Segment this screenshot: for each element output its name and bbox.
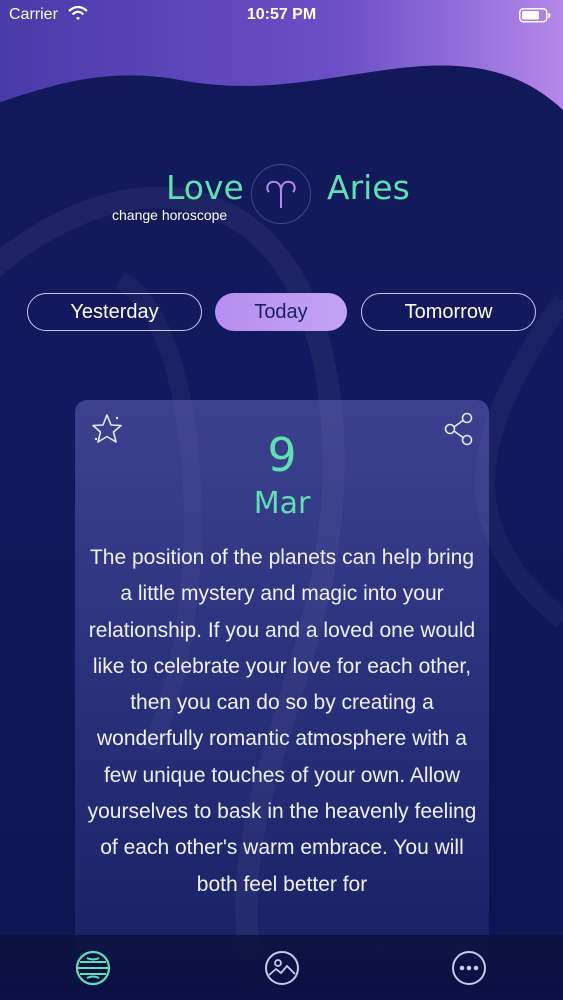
horoscope-card: 9 Mar The position of the planets can he… <box>75 400 489 960</box>
aries-icon <box>266 180 296 208</box>
horoscope-text: The position of the planets can help bri… <box>87 546 477 896</box>
image-icon[interactable] <box>264 950 300 986</box>
horoscope-category-title[interactable]: Love <box>166 168 244 207</box>
tab-today[interactable]: Today <box>215 293 347 331</box>
date-day: 9 <box>267 428 297 482</box>
status-bar: Carrier 10:57 PM <box>0 0 563 30</box>
bottom-tab-bar <box>0 935 563 1000</box>
battery-icon <box>519 8 551 23</box>
more-icon[interactable] <box>451 950 487 986</box>
tab-tomorrow[interactable]: Tomorrow <box>361 293 536 331</box>
horoscope-globe-icon[interactable] <box>75 950 111 986</box>
tab-yesterday[interactable]: Yesterday <box>27 293 202 331</box>
change-horoscope-link[interactable]: change horoscope <box>112 207 227 223</box>
clock: 10:57 PM <box>246 6 317 23</box>
zodiac-sign-title[interactable]: Aries <box>327 168 410 207</box>
date-month: Mar <box>253 486 311 521</box>
zodiac-sign-button[interactable] <box>251 164 311 224</box>
